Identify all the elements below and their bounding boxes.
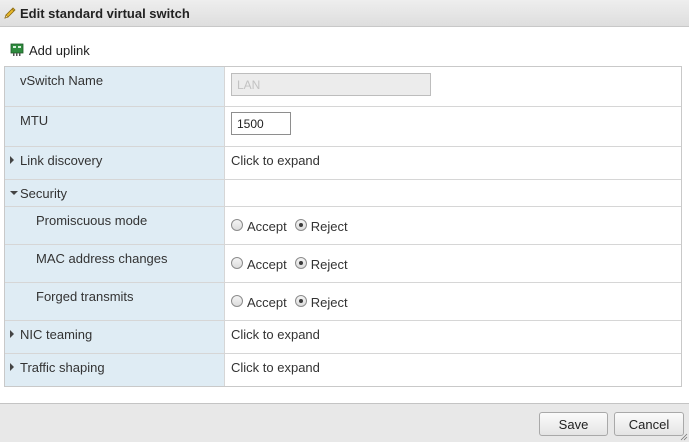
security-label: Security	[20, 186, 67, 201]
dialog-title: Edit standard virtual switch	[20, 5, 190, 21]
mtu-label: MTU	[20, 113, 49, 128]
radio-circle-icon	[231, 256, 243, 269]
row-link-discovery[interactable]: Link discovery Click to expand	[5, 147, 681, 180]
traffic-shaping-value[interactable]: Click to expand	[231, 360, 320, 375]
cancel-button[interactable]: Cancel	[614, 412, 684, 436]
row-promiscuous-mode: Promiscuous mode Accept Reject	[5, 207, 681, 245]
radio-circle-icon	[231, 218, 243, 231]
row-security[interactable]: Security	[5, 180, 681, 207]
pencil-icon	[4, 7, 16, 19]
row-mtu: MTU	[5, 107, 681, 147]
network-card-icon	[10, 43, 24, 56]
row-vswitch-name: vSwitch Name	[5, 67, 681, 107]
promiscuous-mode-radio-group: Accept Reject	[231, 217, 356, 234]
radio-selected-icon	[294, 294, 307, 307]
mac-changes-reject-radio[interactable]: Reject	[294, 255, 348, 272]
forged-transmits-radio-group: Accept Reject	[231, 293, 356, 310]
radio-circle-icon	[231, 294, 243, 307]
radio-selected-icon	[294, 218, 307, 231]
forged-accept-radio[interactable]: Accept	[231, 293, 287, 310]
save-button[interactable]: Save	[539, 412, 608, 436]
mtu-input[interactable]	[231, 112, 291, 135]
expand-arrow-icon	[10, 363, 14, 371]
link-discovery-label: Link discovery	[20, 153, 103, 168]
row-mac-address-changes: MAC address changes Accept Reject	[5, 245, 681, 283]
expand-arrow-icon	[10, 156, 14, 164]
collapse-arrow-icon	[10, 191, 18, 195]
row-nic-teaming[interactable]: NIC teaming Click to expand	[5, 321, 681, 354]
vswitch-properties-table: vSwitch Name MTU Link discovery Click to…	[4, 66, 682, 387]
promiscuous-reject-radio[interactable]: Reject	[294, 217, 348, 234]
vswitch-name-input	[231, 73, 431, 96]
mac-changes-radio-group: Accept Reject	[231, 255, 356, 272]
mac-changes-accept-radio[interactable]: Accept	[231, 255, 287, 272]
vswitch-name-label: vSwitch Name	[20, 73, 104, 88]
link-discovery-value[interactable]: Click to expand	[231, 153, 320, 168]
forged-reject-radio[interactable]: Reject	[294, 293, 348, 310]
add-uplink-button[interactable]: Add uplink	[10, 42, 90, 58]
dialog-title-bar: Edit standard virtual switch	[0, 0, 689, 27]
add-uplink-label: Add uplink	[29, 42, 90, 58]
traffic-shaping-label: Traffic shaping	[20, 360, 105, 375]
promiscuous-accept-radio[interactable]: Accept	[231, 217, 287, 234]
forged-transmits-label: Forged transmits	[36, 289, 134, 304]
nic-teaming-label: NIC teaming	[20, 327, 93, 342]
row-traffic-shaping[interactable]: Traffic shaping Click to expand	[5, 354, 681, 386]
expand-arrow-icon	[10, 330, 14, 338]
resize-grip-icon[interactable]	[680, 433, 688, 441]
promiscuous-mode-label: Promiscuous mode	[36, 213, 148, 228]
dialog-footer: Save Cancel	[0, 403, 689, 442]
row-forged-transmits: Forged transmits Accept Reject	[5, 283, 681, 321]
nic-teaming-value[interactable]: Click to expand	[231, 327, 320, 342]
mac-address-changes-label: MAC address changes	[36, 251, 168, 266]
radio-selected-icon	[294, 256, 307, 269]
